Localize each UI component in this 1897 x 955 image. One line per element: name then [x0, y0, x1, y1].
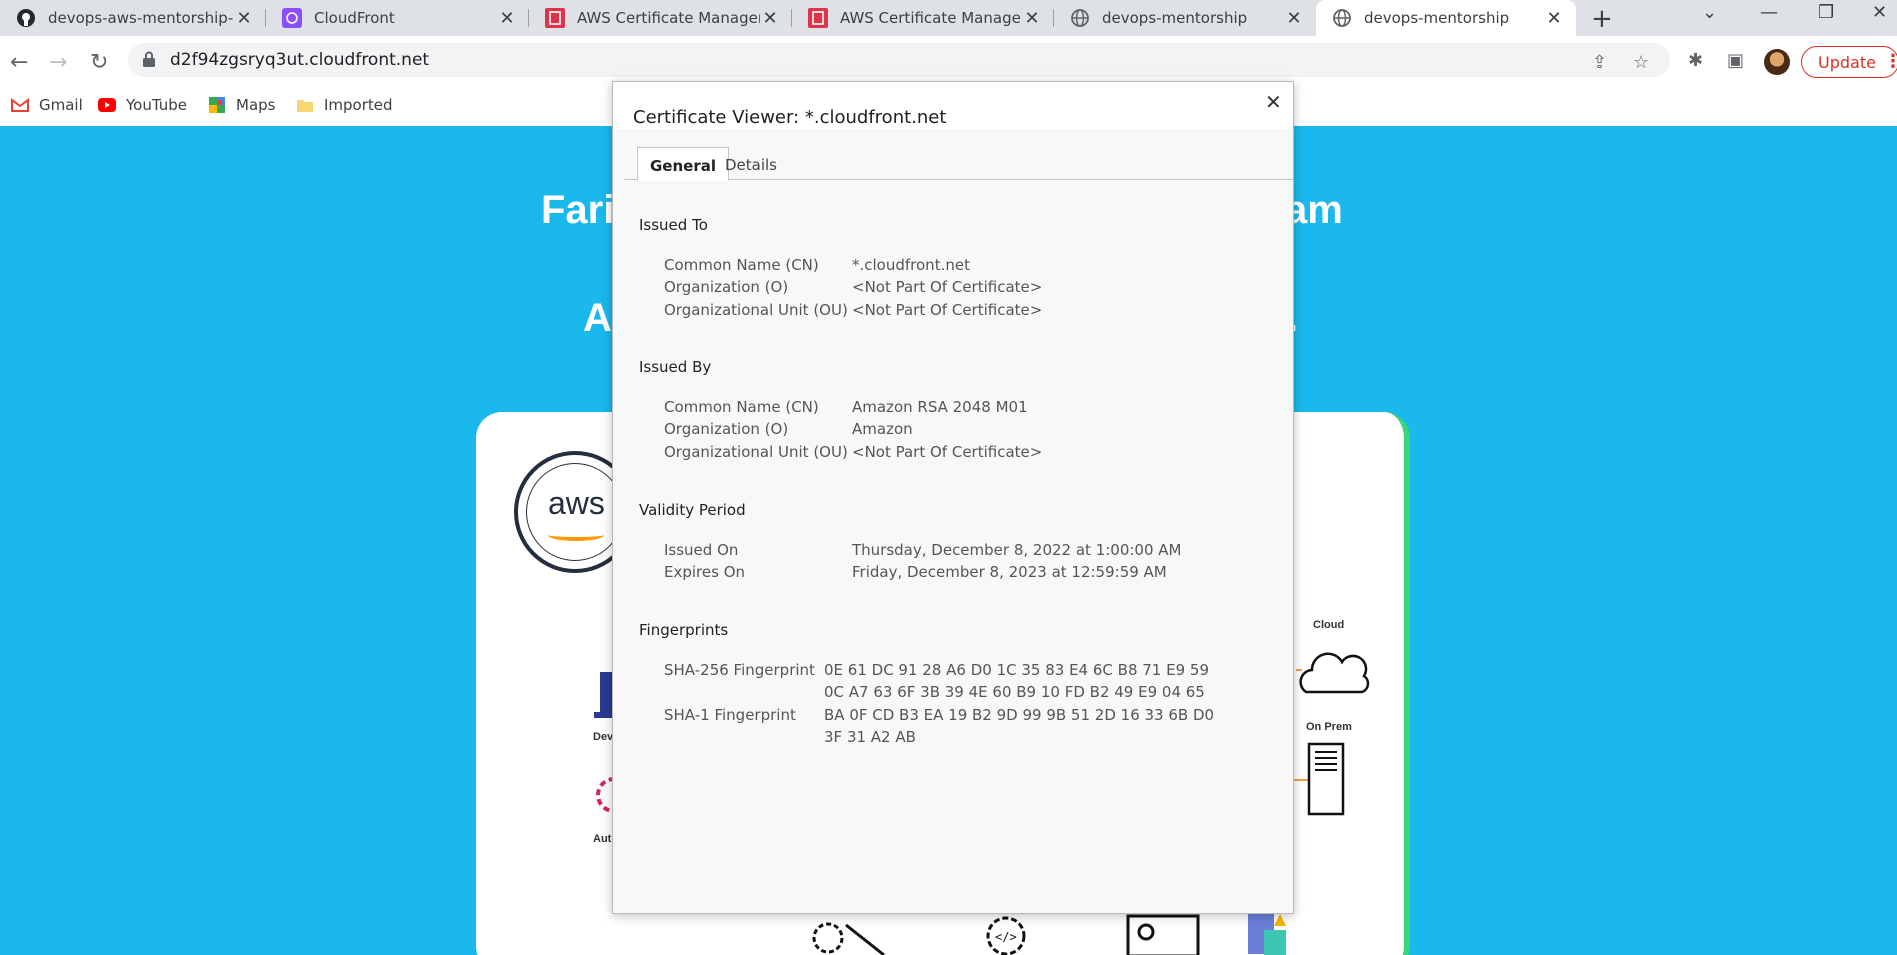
bookmark-label: Maps — [236, 96, 276, 114]
certificate-viewer-dialog: Certificate Viewer: *.cloudfront.net ✕ G… — [612, 81, 1294, 914]
field-label: SHA-256 Fingerprint — [664, 661, 815, 679]
tab-strip: devops-aws-mentorship-pr ✕ CloudFront ✕ … — [0, 0, 1897, 36]
tab-title: AWS Certificate Manager — [577, 9, 760, 27]
sha256-fingerprint-line: 0C A7 63 6F 3B 39 4E 60 B9 10 FD B2 49 E… — [824, 683, 1205, 701]
github-icon — [16, 8, 36, 28]
tab-title: AWS Certificate Manager — [840, 9, 1022, 27]
field-label: Organization (O) — [664, 278, 789, 296]
close-icon[interactable]: ✕ — [1265, 90, 1282, 114]
cloud-label: Cloud — [1313, 619, 1345, 631]
back-icon[interactable]: ← — [10, 50, 28, 75]
cloudfront-icon — [282, 8, 302, 28]
update-label: Update — [1818, 53, 1876, 72]
field-value: Thursday, December 8, 2022 at 1:00:00 AM — [852, 541, 1182, 559]
dialog-tabs: General Details — [624, 147, 1294, 181]
bookmark-star-icon[interactable]: ☆ — [1633, 52, 1649, 73]
tab-title: devops-mentorship — [1364, 9, 1510, 27]
browser-tab-2[interactable]: CloudFront ✕ — [266, 0, 529, 36]
share-icon[interactable]: ⇪ — [1592, 52, 1607, 73]
close-tab-icon[interactable]: ✕ — [497, 8, 517, 29]
menu-icon[interactable]: ⋮ — [1884, 51, 1897, 72]
svg-text:</>: </> — [995, 930, 1017, 944]
bottom-icons: </> — [812, 914, 1286, 955]
field-value: *.cloudfront.net — [852, 256, 970, 274]
browser-tab-5[interactable]: devops-mentorship ✕ — [1054, 0, 1316, 36]
globe-icon — [1070, 8, 1090, 28]
restore-icon[interactable]: ❐ — [1818, 2, 1834, 23]
field-label: Common Name (CN) — [664, 256, 819, 274]
tab-title: devops-aws-mentorship-pr — [48, 9, 234, 27]
tab-title: CloudFront — [314, 9, 395, 27]
acm-icon — [545, 8, 565, 28]
field-label: SHA-1 Fingerprint — [664, 706, 796, 724]
new-tab-button[interactable]: + — [1591, 4, 1613, 34]
folder-icon — [297, 100, 313, 112]
dialog-title: Certificate Viewer: *.cloudfront.net — [633, 107, 947, 128]
bookmark-maps[interactable]: Maps — [208, 96, 275, 114]
automation-gear-icon — [596, 777, 614, 813]
sha1-fingerprint-line: 3F 31 A2 AB — [824, 728, 916, 746]
url-text: d2f94zgsryq3ut.cloudfront.net — [170, 50, 430, 70]
youtube-icon — [98, 98, 116, 112]
bookmark-label: YouTube — [126, 96, 187, 114]
lock-icon[interactable] — [142, 51, 156, 71]
bookmark-label: Imported — [324, 96, 393, 114]
section-heading: Issued By — [639, 358, 712, 376]
close-tab-icon[interactable]: ✕ — [1284, 8, 1304, 29]
extensions-icon[interactable]: ✱ — [1688, 50, 1703, 71]
section-heading: Issued To — [639, 216, 708, 234]
close-tab-icon[interactable]: ✕ — [1544, 8, 1564, 29]
close-tab-icon[interactable]: ✕ — [1022, 8, 1042, 29]
field-label: Organizational Unit (OU) — [664, 301, 848, 319]
acm-icon — [808, 8, 828, 28]
close-tab-icon[interactable]: ✕ — [760, 8, 780, 29]
tab-search-icon[interactable]: ⌄ — [1702, 2, 1717, 23]
server-icon — [1294, 742, 1345, 816]
cloud-icon — [1296, 652, 1370, 694]
field-label: Organization (O) — [664, 420, 789, 438]
browser-tab-1[interactable]: devops-aws-mentorship-pr ✕ — [0, 0, 266, 36]
laptop-icon — [594, 672, 614, 718]
field-label: Common Name (CN) — [664, 398, 819, 416]
field-label: Expires On — [664, 563, 746, 581]
browser-tab-4[interactable]: AWS Certificate Manager ✕ — [792, 0, 1054, 36]
bookmark-imported[interactable]: Imported — [296, 96, 393, 114]
on-prem-label: On Prem — [1306, 721, 1352, 733]
field-value: <Not Part Of Certificate> — [852, 278, 1043, 296]
forward-icon[interactable]: → — [49, 50, 67, 75]
bookmark-youtube[interactable]: YouTube — [98, 96, 187, 114]
browser-tab-6[interactable]: devops-mentorship ✕ — [1316, 0, 1576, 36]
browser-tab-3[interactable]: AWS Certificate Manager ✕ — [529, 0, 792, 36]
side-panel-icon[interactable]: ▣ — [1727, 50, 1744, 71]
field-label: Issued On — [664, 541, 739, 559]
close-tab-icon[interactable]: ✕ — [234, 8, 254, 29]
tab-details[interactable]: Details — [713, 147, 789, 180]
update-button[interactable]: Update ⋮ — [1801, 46, 1897, 78]
minimize-icon[interactable]: — — [1760, 2, 1778, 23]
gmail-icon — [11, 98, 29, 112]
bookmark-gmail[interactable]: Gmail — [11, 96, 83, 114]
address-bar[interactable]: d2f94zgsryq3ut.cloudfront.net ⇪ ☆ — [128, 43, 1670, 77]
reload-icon[interactable]: ↻ — [90, 50, 108, 75]
field-label: Organizational Unit (OU) — [664, 443, 848, 461]
field-value: Amazon RSA 2048 M01 — [852, 398, 1028, 416]
section-heading: Fingerprints — [639, 621, 729, 639]
close-window-icon[interactable]: ✕ — [1872, 2, 1887, 23]
globe-icon — [1332, 8, 1352, 28]
dev-label: Dev — [593, 731, 614, 743]
sha1-fingerprint-line: BA 0F CD B3 EA 19 B2 9D 99 9B 51 2D 16 3… — [824, 706, 1215, 724]
avatar[interactable] — [1764, 49, 1790, 75]
field-value: <Not Part Of Certificate> — [852, 443, 1043, 461]
tab-title: devops-mentorship — [1102, 9, 1248, 27]
page-heading-fragment: A — [583, 296, 612, 340]
page-heading-fragment: Fari — [541, 188, 615, 232]
sha256-fingerprint-line: 0E 61 DC 91 28 A6 D0 1C 35 83 E4 6C B8 7… — [824, 661, 1209, 679]
section-heading: Validity Period — [639, 501, 746, 519]
field-value: Friday, December 8, 2023 at 12:59:59 AM — [852, 563, 1167, 581]
bookmark-label: Gmail — [39, 96, 83, 114]
maps-icon — [209, 97, 225, 113]
field-value: Amazon — [852, 420, 913, 438]
field-value: <Not Part Of Certificate> — [852, 301, 1043, 319]
